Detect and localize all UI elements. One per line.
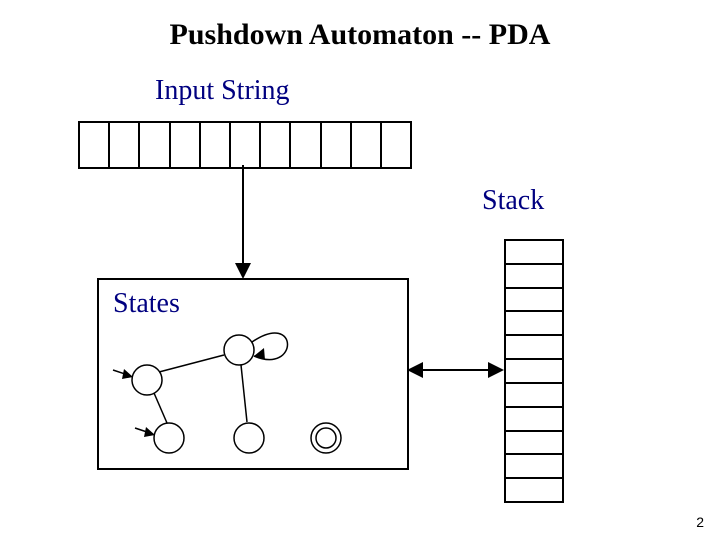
stack-container <box>504 239 564 503</box>
input-tape-cell <box>80 123 110 167</box>
input-tape-cell <box>291 123 321 167</box>
stack-cell <box>506 479 562 501</box>
state-machine-icon <box>99 280 407 468</box>
input-tape-cell <box>352 123 382 167</box>
input-string-label: Input String <box>155 75 290 107</box>
input-tape-cell <box>322 123 352 167</box>
states-box: States <box>97 278 409 470</box>
tape-to-states-arrow <box>228 165 258 281</box>
stack-cell <box>506 384 562 408</box>
stack-cell <box>506 455 562 479</box>
input-tape-cell <box>171 123 201 167</box>
states-to-stack-arrow <box>407 358 504 382</box>
page-number: 2 <box>696 514 704 530</box>
input-tape-cell <box>201 123 231 167</box>
stack-cell <box>506 241 562 265</box>
input-tape-cell <box>261 123 291 167</box>
page-title: Pushdown Automaton -- PDA <box>0 18 720 52</box>
input-tape-cell <box>231 123 261 167</box>
input-tape-cell <box>140 123 170 167</box>
stack-label: Stack <box>482 185 544 217</box>
stack-cell <box>506 360 562 384</box>
stack-cell <box>506 336 562 360</box>
input-tape-cell <box>110 123 140 167</box>
stack-cell <box>506 289 562 313</box>
stack-cell <box>506 408 562 432</box>
input-tape <box>78 121 412 169</box>
stack-cell <box>506 432 562 456</box>
input-tape-cell <box>382 123 410 167</box>
stack-cell <box>506 265 562 289</box>
stack-cell <box>506 312 562 336</box>
